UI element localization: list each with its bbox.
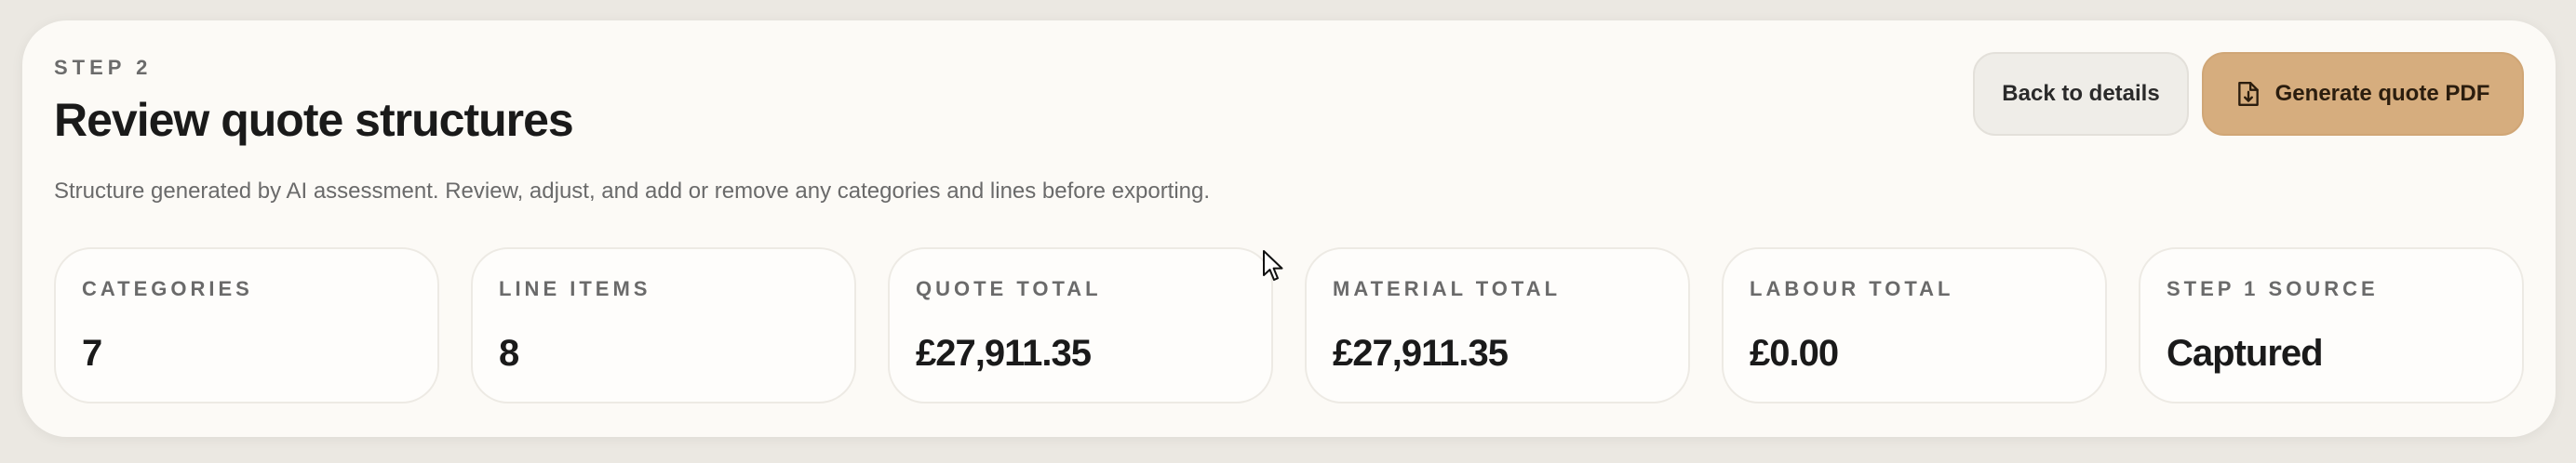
stat-value: 7 bbox=[82, 333, 102, 374]
generate-quote-pdf-button[interactable]: Generate quote PDF bbox=[2202, 52, 2524, 136]
back-to-details-button[interactable]: Back to details bbox=[1973, 52, 2189, 136]
stat-value: Captured bbox=[2167, 333, 2324, 374]
stat-card-categories: CATEGORIES 7 bbox=[54, 247, 439, 403]
stat-label: LABOUR TOTAL bbox=[1750, 277, 1954, 300]
page-subtitle: Structure generated by AI assessment. Re… bbox=[54, 179, 1211, 204]
stat-label: QUOTE TOTAL bbox=[916, 277, 1102, 300]
stat-card-material-total: MATERIAL TOTAL £27,911.35 bbox=[1305, 247, 1690, 403]
summary-stats: CATEGORIES 7 LINE ITEMS 8 QUOTE TOTAL £2… bbox=[54, 247, 2524, 403]
stat-card-quote-total: QUOTE TOTAL £27,911.35 bbox=[888, 247, 1273, 403]
stat-value: £27,911.35 bbox=[916, 333, 1092, 374]
mouse-pointer-icon bbox=[1263, 250, 1283, 281]
stat-card-labour-total: LABOUR TOTAL £0.00 bbox=[1722, 247, 2107, 403]
back-to-details-label: Back to details bbox=[2002, 81, 2160, 106]
stat-label: LINE ITEMS bbox=[499, 277, 651, 300]
generate-quote-pdf-label: Generate quote PDF bbox=[2274, 81, 2490, 106]
stat-value: £0.00 bbox=[1750, 333, 1839, 374]
step-label: STEP 2 bbox=[54, 56, 153, 79]
stat-value: 8 bbox=[499, 333, 519, 374]
stat-card-step1-source: STEP 1 SOURCE Captured bbox=[2139, 247, 2524, 403]
page-title: Review quote structures bbox=[54, 94, 574, 146]
quote-review-panel: STEP 2 Review quote structures Structure… bbox=[22, 20, 2556, 437]
file-download-icon bbox=[2237, 82, 2259, 106]
stat-label: CATEGORIES bbox=[82, 277, 253, 300]
stat-label: STEP 1 SOURCE bbox=[2167, 277, 2379, 300]
stat-label: MATERIAL TOTAL bbox=[1333, 277, 1562, 300]
stat-card-line-items: LINE ITEMS 8 bbox=[471, 247, 856, 403]
stat-value: £27,911.35 bbox=[1333, 333, 1509, 374]
